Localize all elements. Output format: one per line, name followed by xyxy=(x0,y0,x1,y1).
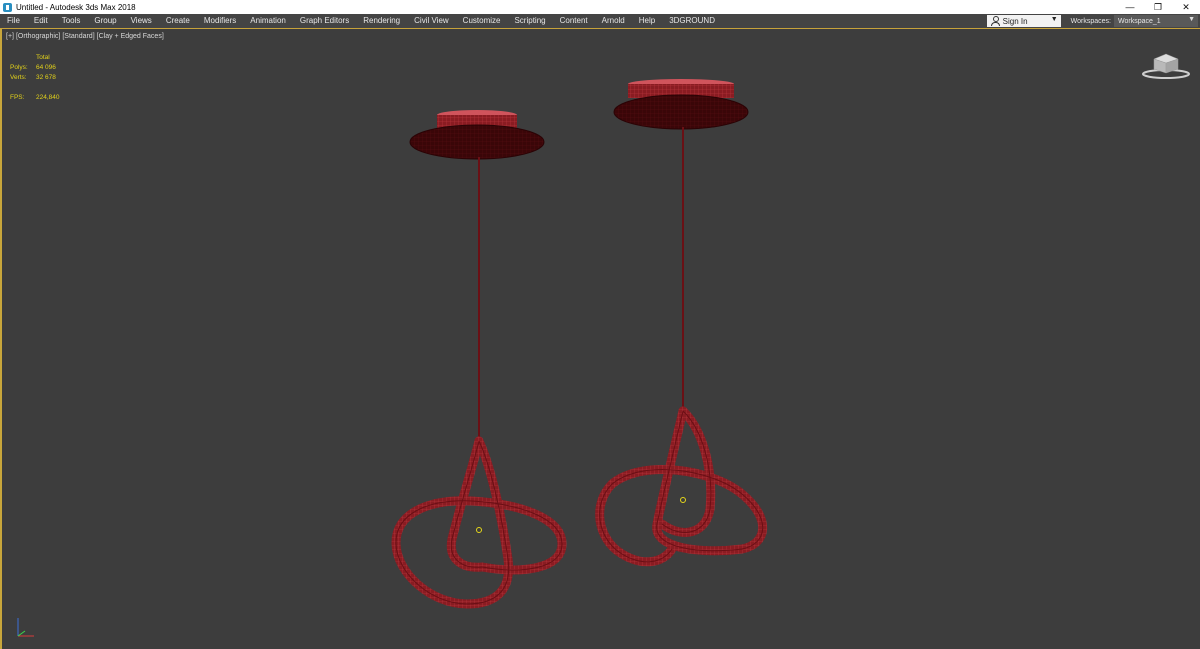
stats-polys-row: Polys: 64 096 xyxy=(10,63,60,73)
app-icon xyxy=(3,2,12,12)
user-icon xyxy=(990,16,1000,26)
menu-views[interactable]: Views xyxy=(124,14,159,28)
window-title: Untitled - Autodesk 3ds Max 2018 xyxy=(16,2,136,12)
menu-scripting[interactable]: Scripting xyxy=(507,14,552,28)
menu-help[interactable]: Help xyxy=(632,14,662,28)
viewport-standard-menu[interactable]: [Standard] xyxy=(62,33,94,40)
stats-verts-label: Verts: xyxy=(10,74,27,81)
menu-arnold[interactable]: Arnold xyxy=(595,14,632,28)
stats-verts-value: 32 678 xyxy=(36,74,56,81)
left-canopy-plate xyxy=(409,124,545,160)
stats-polys-label: Polys: xyxy=(10,64,28,71)
window-title-bar: Untitled - Autodesk 3ds Max 2018 — ❐ ✕ xyxy=(0,0,1200,14)
left-knot-outline xyxy=(395,440,563,605)
viewport-statistics: Total Polys: 64 096 Verts: 32 678 FPS: 2… xyxy=(10,53,60,103)
right-pivot-marker xyxy=(680,497,686,503)
menu-civil-view[interactable]: Civil View xyxy=(407,14,456,28)
menu-file[interactable]: File xyxy=(0,14,27,28)
left-knot xyxy=(391,436,567,609)
menu-content[interactable]: Content xyxy=(553,14,595,28)
axis-gizmo-icon xyxy=(17,618,34,637)
stats-fps-value: 224,840 xyxy=(36,94,60,101)
viewcube-icon[interactable] xyxy=(1142,49,1192,81)
menu-graph-editors[interactable]: Graph Editors xyxy=(293,14,356,28)
viewport-plus-menu[interactable]: [+] xyxy=(6,33,14,40)
menu-edit[interactable]: Edit xyxy=(27,14,55,28)
menu-animation[interactable]: Animation xyxy=(243,14,293,28)
menu-bar: File Edit Tools Group Views Create Modif… xyxy=(0,14,1200,28)
sign-in-dropdown[interactable]: Sign In ▼ xyxy=(986,15,1061,27)
workspace-value: Workspace_1 xyxy=(1118,17,1161,25)
right-canopy-plate xyxy=(613,94,749,130)
menu-customize[interactable]: Customize xyxy=(456,14,508,28)
menu-group[interactable]: Group xyxy=(87,14,123,28)
stats-header: Total xyxy=(36,54,50,61)
stats-gap xyxy=(10,83,60,93)
menu-tools[interactable]: Tools xyxy=(55,14,88,28)
workspace-select[interactable]: Workspace_1 ▼ xyxy=(1114,15,1198,27)
left-pendant-lamp[interactable] xyxy=(391,110,567,609)
workspaces-label: Workspaces: xyxy=(1070,17,1111,25)
right-pendant-lamp[interactable] xyxy=(595,79,768,567)
menu-3dground[interactable]: 3DGROUND xyxy=(662,14,722,28)
right-knot xyxy=(595,406,768,567)
close-button[interactable]: ✕ xyxy=(1172,0,1200,14)
sign-in-label: Sign In xyxy=(1002,16,1028,26)
menu-create[interactable]: Create xyxy=(159,14,197,28)
viewport-label-menu: [+] [Orthographic] [Standard] [Clay + Ed… xyxy=(6,33,164,40)
restore-button[interactable]: ❐ xyxy=(1144,0,1172,14)
stats-polys-value: 64 096 xyxy=(36,64,56,71)
menu-modifiers[interactable]: Modifiers xyxy=(197,14,243,28)
chevron-down-icon: ▼ xyxy=(1050,16,1058,23)
menu-rendering[interactable]: Rendering xyxy=(356,14,407,28)
stats-fps-label: FPS: xyxy=(10,94,25,101)
viewport-shading-menu[interactable]: [Clay + Edged Faces] xyxy=(97,33,164,40)
left-pivot-marker xyxy=(476,527,482,533)
viewport-orthographic[interactable]: [+] [Orthographic] [Standard] [Clay + Ed… xyxy=(0,29,1200,649)
viewport-pov-menu[interactable]: [Orthographic] xyxy=(16,33,60,40)
scene-canvas[interactable] xyxy=(2,29,1200,649)
stats-fps-row: FPS: 224,840 xyxy=(10,93,60,103)
chevron-down-icon: ▼ xyxy=(1188,16,1195,23)
minimize-button[interactable]: — xyxy=(1116,0,1144,14)
stats-verts-row: Verts: 32 678 xyxy=(10,73,60,83)
